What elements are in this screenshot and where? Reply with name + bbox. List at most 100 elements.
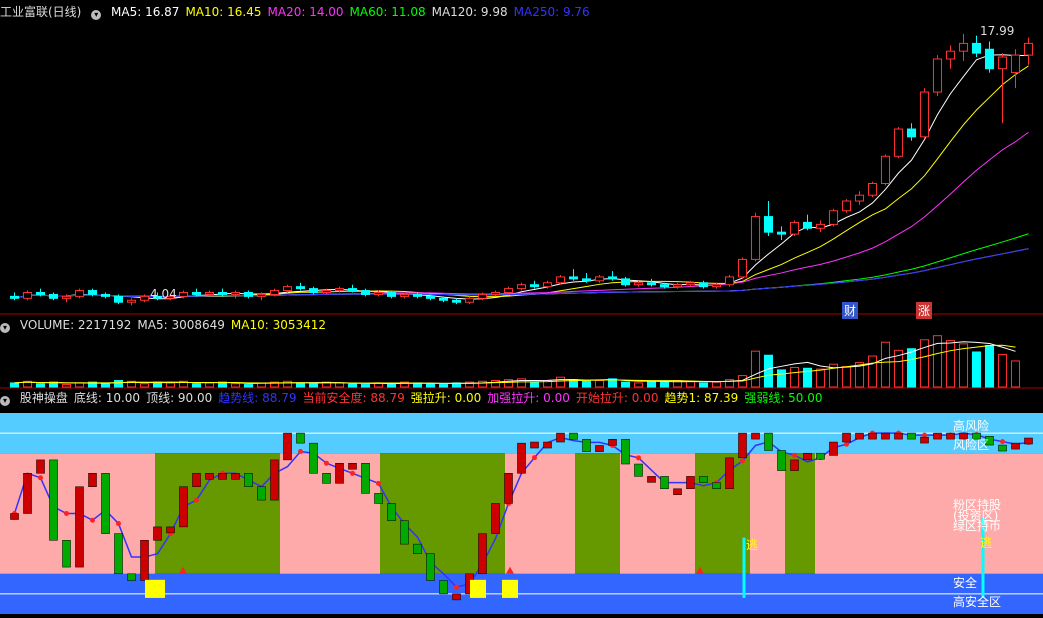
safety-step <box>686 476 695 490</box>
safety-step <box>270 459 279 501</box>
candle-body <box>464 297 475 303</box>
safety-step <box>556 432 565 443</box>
volume-bar <box>1010 360 1021 388</box>
trend-dot <box>350 470 355 476</box>
safety-step <box>257 486 266 501</box>
event-badge-cai[interactable]: 财 <box>842 302 859 319</box>
candle-body <box>906 128 917 138</box>
safety-step <box>699 476 708 483</box>
trend-dot <box>194 497 199 503</box>
band-pink <box>750 453 785 574</box>
safety-step <box>517 442 526 474</box>
safety-step <box>413 543 422 554</box>
band-olive <box>575 453 620 574</box>
stock-chart[interactable] <box>0 0 1043 618</box>
candle-body <box>672 284 683 288</box>
volume-ma5-line <box>14 341 1016 385</box>
safety-step <box>426 553 435 581</box>
candle-body <box>399 293 410 297</box>
volume-bar <box>555 376 566 388</box>
safety-step <box>738 432 747 459</box>
volume-bar <box>9 382 20 388</box>
volume-bar <box>945 340 956 388</box>
safety-step <box>816 452 825 460</box>
event-badge-zhang[interactable]: 涨 <box>916 302 933 319</box>
safety-step <box>192 473 201 487</box>
safety-step <box>660 476 669 490</box>
volume-bar <box>646 380 657 388</box>
volume-bar <box>477 380 488 388</box>
trend-dot <box>636 455 641 461</box>
candle-body <box>425 295 436 299</box>
volume-bar <box>61 384 72 388</box>
candle-body <box>1010 54 1021 74</box>
candle-body <box>100 293 111 297</box>
safety-step <box>920 436 929 444</box>
volume-bar <box>711 381 722 388</box>
safety-step <box>335 463 344 484</box>
trend-dot <box>298 449 303 455</box>
volume-bar <box>698 382 709 388</box>
candle-body <box>373 291 384 295</box>
candle-body <box>191 291 202 295</box>
volume-bar <box>347 383 358 388</box>
safety-step <box>829 441 838 456</box>
volume-bar <box>113 379 124 388</box>
candle-body <box>581 278 592 282</box>
safety-step <box>166 526 175 534</box>
candle-body <box>802 221 813 229</box>
candle-body <box>282 286 293 292</box>
candle-body <box>1023 42 1034 56</box>
zone-high-risk: 高风险 <box>953 419 990 433</box>
safety-step <box>296 432 305 444</box>
volume-bar <box>386 383 397 388</box>
candle-body <box>620 278 631 286</box>
candle-body <box>61 295 72 299</box>
volume-ma10-line <box>14 344 1016 384</box>
candle-body <box>113 295 124 303</box>
volume-bar <box>295 382 306 388</box>
candle-body <box>815 223 826 229</box>
trend-dot <box>740 458 745 464</box>
volume-bar <box>139 383 150 388</box>
candle-body <box>841 200 852 212</box>
candle-body <box>74 290 85 297</box>
safety-step <box>140 540 149 581</box>
candle-body <box>750 216 761 260</box>
candle-body <box>945 50 956 60</box>
volume-bar <box>100 383 111 388</box>
volume-bar <box>204 382 215 388</box>
safety-step <box>101 473 110 534</box>
safety-step <box>803 452 812 461</box>
safety-step <box>88 473 97 487</box>
candle-body <box>789 221 800 235</box>
escape-signal-mid: 逃 <box>746 538 759 552</box>
safety-step <box>673 488 682 496</box>
candle-body <box>438 297 449 301</box>
candle-body <box>724 276 735 286</box>
safety-step <box>400 520 409 545</box>
safety-step <box>348 463 357 470</box>
band-olive <box>695 453 750 574</box>
safety-step <box>244 473 253 487</box>
volume-bar <box>425 383 436 388</box>
candle-body <box>854 194 865 202</box>
candle-body <box>48 293 59 299</box>
safety-step <box>231 473 240 480</box>
zone-green-wait: 绿区持币 <box>953 519 1002 533</box>
trend-dot <box>38 475 43 481</box>
volume-bar <box>984 344 995 388</box>
trend-dot <box>454 584 459 590</box>
candle-body <box>711 284 722 288</box>
bottom-signal-bar <box>145 579 165 598</box>
volume-bar <box>581 380 592 388</box>
candle-body <box>984 48 995 70</box>
volume-bar <box>74 382 85 388</box>
volume-bar <box>776 369 787 388</box>
safety-step <box>283 432 292 461</box>
candle-body <box>477 293 488 299</box>
safety-step <box>23 473 32 514</box>
candle-body <box>87 290 98 295</box>
candle-body <box>269 290 280 295</box>
candle-body <box>230 291 241 295</box>
